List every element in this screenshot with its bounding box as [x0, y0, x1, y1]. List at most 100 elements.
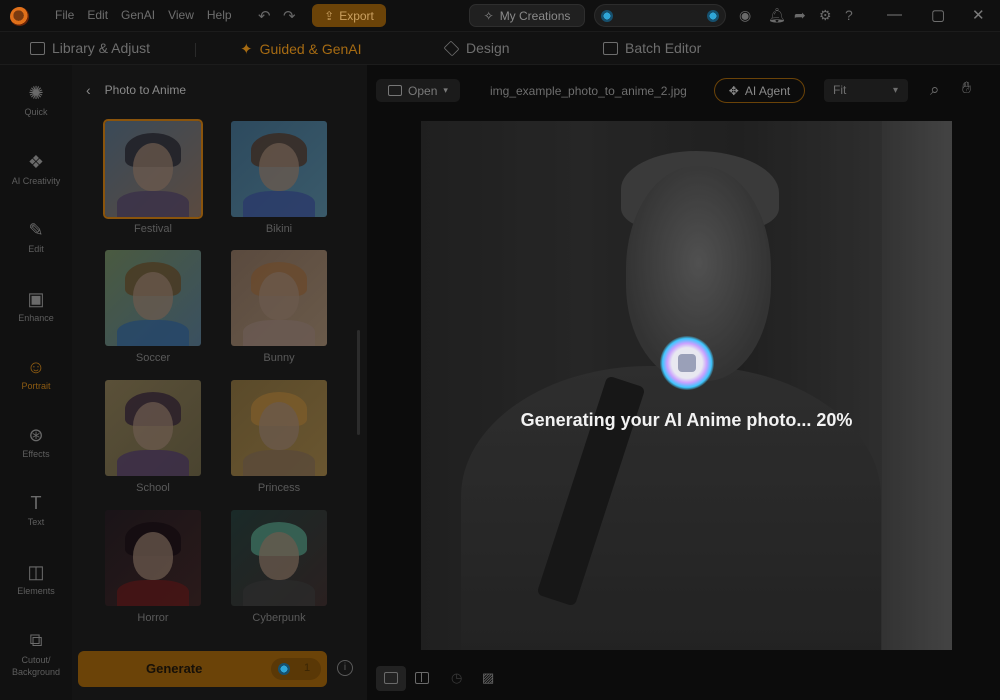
generate-button[interactable]: Generate 1 [78, 651, 327, 687]
open-button[interactable]: Open ▾ [376, 79, 460, 102]
minimize-icon[interactable]: — [887, 6, 902, 23]
rail-item-enhance[interactable]: ▣ Enhance [0, 289, 72, 323]
mode-tabs: Library & Adjust ✦ Guided & GenAI Design… [0, 32, 1000, 65]
tab-library-adjust[interactable]: Library & Adjust [30, 40, 150, 56]
close-icon[interactable]: ✕ [972, 6, 985, 24]
notification-bell-icon[interactable]: 🔔︎ [768, 8, 786, 22]
style-thumbnail [231, 121, 327, 217]
save-snapshot-button[interactable]: ▨ [474, 666, 504, 691]
single-view-icon [384, 672, 398, 684]
chevron-down-icon: ▾ [443, 85, 448, 95]
share-icon[interactable]: ➦ [794, 8, 806, 22]
folder-icon [388, 85, 403, 96]
style-thumbnail [105, 380, 201, 476]
settings-gear-icon[interactable]: ⚙ [819, 8, 832, 22]
loading-spinner-icon [660, 336, 714, 390]
ai-glyph-icon [678, 354, 696, 372]
menu-view[interactable]: View [168, 8, 194, 22]
undo-icon[interactable]: ↶ [258, 7, 271, 25]
style-thumbnail [231, 380, 327, 476]
rail-item-effects[interactable]: ⊛ Effects [0, 425, 72, 459]
style-card-school[interactable]: School [105, 380, 201, 494]
enhance-icon: ▣ [27, 289, 45, 309]
style-card-festival[interactable]: Festival [103, 119, 203, 235]
history-button[interactable]: ◷ [443, 666, 473, 691]
style-card-bunny[interactable]: Bunny [231, 250, 327, 364]
single-view-button[interactable] [376, 666, 406, 691]
info-icon[interactable]: i [337, 660, 353, 676]
rail-item-elements[interactable]: ◫ Elements [0, 562, 72, 596]
rail-item-cutout-background[interactable]: ⧉ Cutout/ Background [0, 630, 72, 678]
library-icon [30, 41, 45, 55]
file-name: img_example_photo_to_anime_2.jpg [490, 84, 687, 98]
progress-message: Generating your AI Anime photo... 20% [520, 410, 853, 430]
ai-agent-icon: ✥ [728, 83, 739, 98]
rail-item-text[interactable]: T Text [0, 493, 72, 527]
style-thumbnail [105, 510, 201, 606]
ai-creativity-icon: ❖ [27, 152, 45, 172]
panel-header: ‹ Photo to Anime [86, 82, 186, 98]
upload-icon: ⇪ [324, 8, 335, 23]
sparkle-icon: ✧ [483, 8, 494, 23]
tab-guided-genai[interactable]: ✦ Guided & GenAI [240, 40, 362, 58]
layers-icon [443, 40, 460, 56]
history-icon: ◷ [451, 670, 463, 685]
panel-scrollbar[interactable] [357, 330, 360, 435]
redo-icon[interactable]: ↷ [283, 7, 296, 25]
rail-item-edit[interactable]: ✎ Edit [0, 220, 72, 254]
export-button[interactable]: ⇪ Export [312, 4, 386, 27]
compare-view-button[interactable] [407, 666, 437, 691]
style-card-soccer[interactable]: Soccer [105, 250, 201, 364]
style-thumbnail [231, 510, 327, 606]
rail-item-ai-creativity[interactable]: ❖ AI Creativity [0, 152, 72, 186]
maximize-icon[interactable]: ▢ [931, 6, 945, 24]
hand-pan-icon[interactable]: ✋︎ [962, 80, 971, 98]
back-arrow-icon[interactable]: ‹ [86, 82, 91, 98]
snapshot-icon: ▨ [482, 670, 495, 685]
add-credits-icon [707, 10, 719, 22]
menu-file[interactable]: File [55, 8, 74, 22]
tab-divider [195, 43, 196, 57]
sparkle-icon: ✦ [240, 41, 253, 58]
account-icon[interactable]: ◉ [739, 8, 751, 22]
ai-agent-button[interactable]: ✥ AI Agent [714, 78, 805, 103]
style-thumbnail [103, 119, 203, 219]
portrait-icon: ☺ [26, 357, 46, 377]
elements-icon: ◫ [27, 562, 45, 582]
help-icon[interactable]: ? [845, 8, 853, 22]
generate-cost-badge: 1 [271, 658, 321, 680]
tool-rail: ✺ Quick ❖ AI Creativity ✎ Edit ▣ Enhance… [0, 65, 72, 700]
style-card-bikini[interactable]: Bikini [231, 121, 327, 235]
effects-icon: ⊛ [28, 425, 44, 445]
tab-batch-editor[interactable]: Batch Editor [603, 40, 701, 56]
style-card-princess[interactable]: Princess [231, 380, 327, 494]
text-icon: T [30, 493, 42, 513]
rail-item-portrait[interactable]: ☺ Portrait [0, 357, 72, 391]
credit-coin-icon [601, 10, 613, 22]
app-logo [10, 7, 29, 26]
panel-title: Photo to Anime [104, 83, 187, 97]
menu-help[interactable]: Help [207, 8, 232, 22]
search-zoom-icon[interactable]: ⌕ [930, 80, 940, 100]
tab-design[interactable]: Design [443, 40, 510, 56]
title-bar: File Edit GenAI View Help ↶ ↷ ⇪ Export ✧… [0, 0, 1000, 32]
zoom-select[interactable]: Fit ▾ [824, 79, 908, 102]
style-thumbnail [105, 250, 201, 346]
style-thumbnail [231, 250, 327, 346]
style-card-cyberpunk[interactable]: Cyberpunk [231, 510, 327, 624]
magic-wand-icon: ✺ [28, 83, 44, 103]
split-view-icon [415, 672, 429, 684]
credit-coin-icon [278, 663, 290, 675]
style-panel: ‹ Photo to Anime Festival Bikini Soccer [72, 65, 367, 700]
credits-pill[interactable] [594, 4, 726, 27]
my-creations-button[interactable]: ✧ My Creations [469, 4, 585, 27]
menu-genai[interactable]: GenAI [121, 8, 155, 22]
batch-icon [603, 41, 618, 55]
style-card-horror[interactable]: Horror [105, 510, 201, 624]
menu-bar: File Edit GenAI View Help [55, 8, 245, 22]
chevron-down-icon: ▾ [892, 85, 898, 96]
cutout-icon: ⧉ [29, 630, 43, 650]
menu-edit[interactable]: Edit [87, 8, 108, 22]
edit-icon: ✎ [28, 220, 44, 240]
rail-item-quick[interactable]: ✺ Quick [0, 83, 72, 117]
